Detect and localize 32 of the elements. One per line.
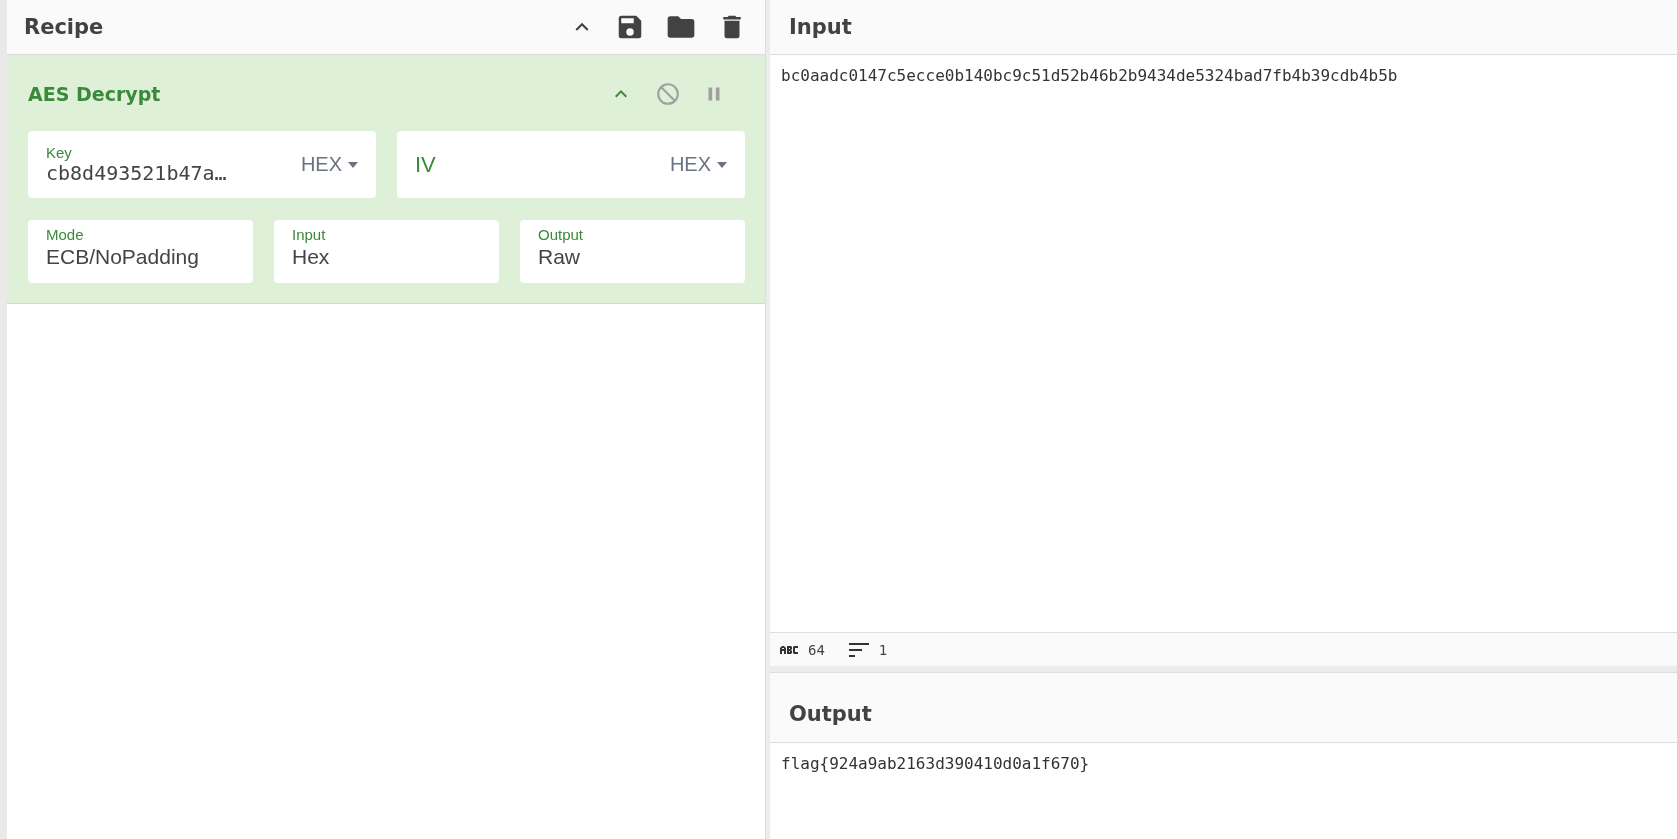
field-value: ECB/NoPadding bbox=[46, 245, 200, 269]
input-title: Input bbox=[770, 0, 1677, 55]
select-field[interactable]: Mode ECB/NoPadding bbox=[28, 220, 253, 283]
field-label: Output bbox=[538, 226, 585, 243]
select-field[interactable]: Input Hex bbox=[274, 220, 499, 283]
field-label: Mode bbox=[46, 226, 85, 243]
resize-handle[interactable] bbox=[765, 0, 770, 839]
caret-icon bbox=[717, 161, 727, 168]
field-value: Raw bbox=[538, 245, 581, 269]
line-count: 1 bbox=[878, 641, 888, 658]
recipe-title: Recipe bbox=[24, 15, 105, 39]
field-value: Hex bbox=[292, 245, 331, 269]
operation-title: AES Decrypt bbox=[28, 83, 162, 105]
argument-field[interactable]: IV HEX bbox=[397, 131, 745, 198]
input-text[interactable]: bc0aadc0147c5ecce0b140bc9c51d52b46b2b9434de5324bad7fb4b39cdb4b5b bbox=[770, 55, 1677, 96]
field-label: Input bbox=[292, 226, 327, 243]
output-text[interactable]: flag{924a9ab2163d390410d0a1f670} bbox=[770, 743, 1677, 784]
field-value: cb8d493521b47a… bbox=[46, 161, 228, 185]
field-label: Key bbox=[46, 144, 73, 161]
character-count: 64 bbox=[808, 641, 825, 658]
output-title: Output bbox=[770, 673, 1677, 743]
resize-handle[interactable] bbox=[770, 666, 1677, 673]
field-placeholder: IV bbox=[415, 151, 437, 178]
select-field[interactable]: Output Raw bbox=[520, 220, 745, 283]
format-dropdown[interactable]: HEX bbox=[300, 153, 358, 176]
lines-icon bbox=[848, 642, 869, 657]
resize-handle[interactable] bbox=[0, 0, 7, 839]
argument-field[interactable]: Key cb8d493521b47a… HEX bbox=[28, 131, 376, 198]
format-dropdown[interactable]: HEX bbox=[669, 153, 727, 176]
caret-icon bbox=[348, 161, 358, 168]
abc-icon bbox=[780, 645, 798, 654]
disable-icon[interactable] bbox=[655, 81, 681, 107]
